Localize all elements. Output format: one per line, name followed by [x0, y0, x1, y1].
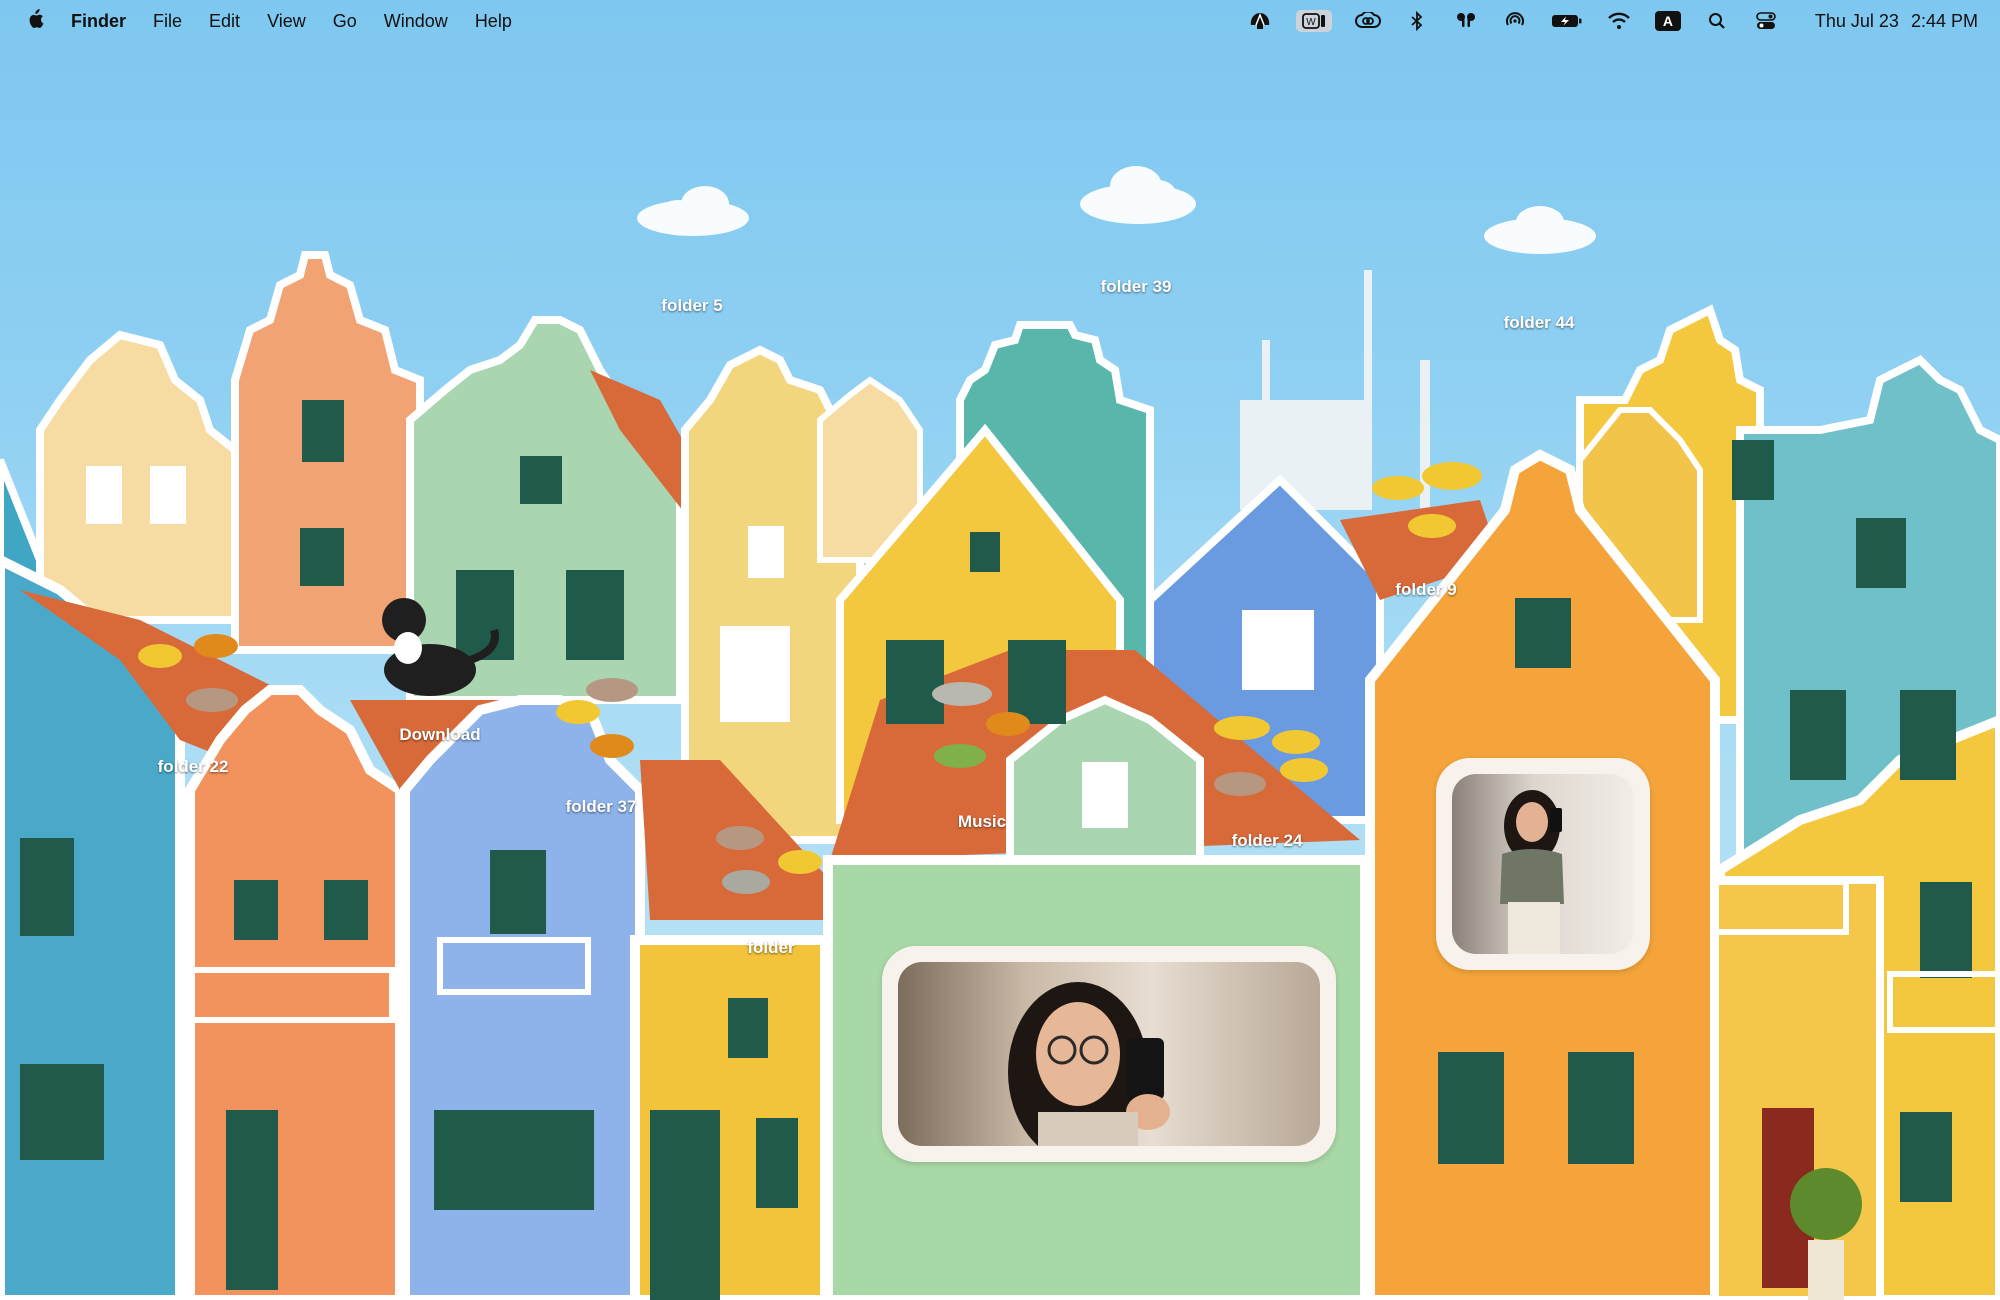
photo-widget-large[interactable] [882, 946, 1336, 1162]
menu-app-name[interactable]: Finder [71, 11, 126, 32]
wifi-icon[interactable] [1606, 10, 1632, 32]
shell-icon[interactable] [1247, 10, 1273, 32]
photo-widget-small[interactable] [1436, 758, 1650, 970]
desktop-folder-44[interactable]: folder 44 [1504, 313, 1575, 333]
control-center-icon[interactable] [1753, 10, 1779, 32]
search-icon[interactable] [1704, 10, 1730, 32]
apple-menu-icon[interactable] [26, 8, 44, 34]
desktop-folder-9[interactable]: folder 9 [1395, 580, 1456, 600]
menu-bar: Finder File Edit View Go Window Help W A… [0, 0, 2000, 42]
word-widget-icon[interactable]: W [1295, 10, 1332, 32]
input-source-icon[interactable]: A [1654, 11, 1681, 31]
desktop-folder-22[interactable]: folder 22 [158, 757, 229, 777]
battery-charging-icon[interactable] [1551, 10, 1583, 32]
desktop-folder[interactable]: folder [747, 938, 794, 958]
desktop-download-folder[interactable]: Download [399, 725, 480, 745]
desktop-folder-39[interactable]: folder 39 [1101, 277, 1172, 297]
airpods-icon[interactable] [1453, 10, 1479, 32]
clock-day: Thu Jul 23 [1814, 10, 1899, 31]
desktop-folder-5[interactable]: folder 5 [661, 296, 722, 316]
airdrop-icon[interactable] [1502, 10, 1528, 32]
selfie-photo-art [1008, 982, 1170, 1146]
menu-bar-clock[interactable]: Thu Jul 23 2:44 PM [1815, 11, 1978, 32]
desktop-wallpaper: folder 5 folder 39 folder 44 folder 9 Do… [0, 0, 2000, 1300]
desktop-folder-37[interactable]: folder 37 [566, 797, 637, 817]
menu-view[interactable]: View [267, 11, 306, 32]
svg-text:W: W [1306, 17, 1316, 28]
menu-window[interactable]: Window [384, 11, 448, 32]
mirror-selfie-art [1500, 790, 1564, 954]
menu-help[interactable]: Help [475, 11, 512, 32]
clouds [637, 166, 1596, 254]
desktop-music-folder[interactable]: Music [958, 812, 1006, 832]
menu-edit[interactable]: Edit [209, 11, 240, 32]
creative-cloud-icon[interactable] [1354, 10, 1381, 32]
selfie-photo [898, 962, 1320, 1146]
mirror-selfie-photo [1452, 774, 1634, 954]
desktop-folder-24[interactable]: folder 24 [1232, 831, 1303, 851]
bluetooth-icon[interactable] [1404, 10, 1430, 32]
clock-time: 2:44 PM [1910, 10, 1978, 31]
menu-go[interactable]: Go [333, 11, 357, 32]
background-towers [1240, 270, 1430, 510]
menu-file[interactable]: File [153, 11, 182, 32]
